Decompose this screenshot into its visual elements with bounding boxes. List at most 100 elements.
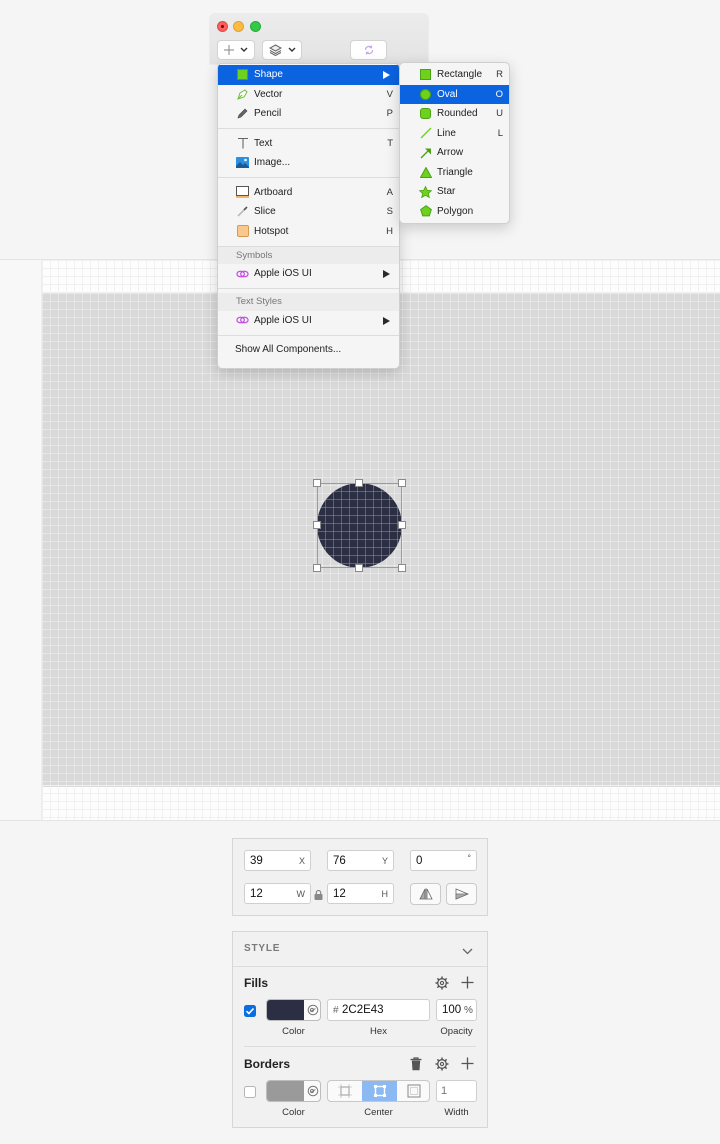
border-color-well[interactable] bbox=[266, 1080, 321, 1102]
menu-item-label: Star bbox=[437, 186, 456, 198]
section-divider bbox=[244, 1046, 476, 1047]
fills-title: Fills bbox=[244, 976, 269, 990]
submenu-item-rounded[interactable]: Rounded U bbox=[400, 104, 509, 124]
opacity-field[interactable]: 100 % bbox=[436, 999, 477, 1021]
width-value: 12 bbox=[250, 888, 263, 900]
submenu-item-oval[interactable]: Oval O bbox=[400, 84, 509, 104]
menu-item-label: Vector bbox=[254, 88, 283, 100]
width-field[interactable]: 12 W bbox=[244, 883, 311, 904]
menu-item-label: Oval bbox=[437, 88, 458, 100]
borders-settings-gear-icon[interactable] bbox=[435, 1057, 449, 1074]
x-label: X bbox=[298, 856, 305, 866]
flip-vertical-button[interactable] bbox=[446, 883, 477, 905]
menu-item-pencil[interactable]: Pencil P bbox=[218, 104, 399, 124]
close-window-button[interactable] bbox=[217, 21, 228, 32]
border-color-swatch[interactable] bbox=[267, 1081, 304, 1101]
style-panel: STYLE Fills # 2C2E43 100 % Color Hex Opa… bbox=[232, 931, 488, 1128]
menu-separator bbox=[218, 284, 399, 293]
fill-color-swatch[interactable] bbox=[267, 1000, 304, 1020]
zoom-window-button[interactable] bbox=[250, 21, 261, 32]
menu-item-label: Image... bbox=[254, 157, 291, 169]
resize-handle-top[interactable] bbox=[355, 479, 363, 487]
hex-value: 2C2E43 bbox=[342, 1004, 384, 1016]
fill-enabled-checkbox[interactable] bbox=[244, 1005, 256, 1017]
y-position-field[interactable]: 76 Y bbox=[327, 850, 394, 871]
resize-handle-top-right[interactable] bbox=[398, 479, 406, 487]
menu-item-label: Line bbox=[437, 127, 456, 139]
arrow-icon bbox=[419, 146, 432, 159]
height-field[interactable]: 12 H bbox=[327, 883, 394, 904]
sync-button[interactable] bbox=[350, 40, 387, 60]
layers-button[interactable] bbox=[262, 40, 302, 60]
lock-icon[interactable] bbox=[314, 889, 323, 903]
image-icon bbox=[236, 156, 249, 169]
menu-item-label: Slice bbox=[254, 206, 276, 218]
oval-shape[interactable] bbox=[313, 479, 406, 572]
x-position-field[interactable]: 39 X bbox=[244, 850, 311, 871]
shortcut-key: O bbox=[495, 88, 503, 100]
menu-item-text-styles-library[interactable]: Apple iOS UI bbox=[218, 311, 399, 331]
vector-pen-icon bbox=[236, 88, 249, 101]
collapse-chevron-icon[interactable] bbox=[462, 944, 473, 958]
border-position-caption: Center bbox=[364, 1107, 393, 1118]
resize-handle-bottom-right[interactable] bbox=[398, 564, 406, 572]
menu-item-shape[interactable]: Shape bbox=[218, 65, 399, 85]
resize-handle-right[interactable] bbox=[398, 521, 406, 529]
menu-item-label: Shape bbox=[254, 69, 283, 81]
menu-item-label: Hotspot bbox=[254, 225, 289, 237]
submenu-item-rectangle[interactable]: Rectangle R bbox=[400, 65, 509, 85]
submenu-item-line[interactable]: Line L bbox=[400, 124, 509, 144]
submenu-item-star[interactable]: Star bbox=[400, 182, 509, 202]
border-center-button[interactable] bbox=[362, 1081, 397, 1101]
submenu-item-triangle[interactable]: Triangle bbox=[400, 163, 509, 183]
add-fill-plus-icon[interactable] bbox=[461, 976, 474, 992]
add-border-plus-icon[interactable] bbox=[461, 1057, 474, 1073]
shortcut-key: P bbox=[386, 108, 393, 120]
border-width-caption: Width bbox=[444, 1107, 469, 1118]
menu-item-show-all-components[interactable]: Show All Components... bbox=[218, 340, 399, 360]
menu-item-artboard[interactable]: Artboard A bbox=[218, 183, 399, 203]
border-width-field[interactable] bbox=[436, 1080, 477, 1102]
x-value: 39 bbox=[250, 855, 263, 867]
window-toolbar bbox=[210, 14, 428, 64]
menu-item-symbols-library[interactable]: Apple iOS UI bbox=[218, 264, 399, 284]
menu-item-slice[interactable]: Slice S bbox=[218, 202, 399, 222]
opacity-value: 100 bbox=[442, 1004, 462, 1016]
insert-button[interactable] bbox=[217, 40, 255, 60]
border-enabled-checkbox[interactable] bbox=[244, 1086, 256, 1098]
resize-handle-bottom-left[interactable] bbox=[313, 564, 321, 572]
text-cursor-icon bbox=[236, 137, 249, 150]
resize-handle-left[interactable] bbox=[313, 521, 321, 529]
borders-title: Borders bbox=[244, 1057, 291, 1071]
minimize-window-button[interactable] bbox=[233, 21, 244, 32]
delete-border-trash-icon[interactable] bbox=[410, 1057, 422, 1074]
border-outside-button[interactable] bbox=[397, 1081, 429, 1101]
resize-handle-top-left[interactable] bbox=[313, 479, 321, 487]
color-variable-link-icon[interactable] bbox=[307, 1004, 319, 1019]
fill-color-well[interactable] bbox=[266, 999, 321, 1021]
rotation-field[interactable]: 0 ° bbox=[410, 850, 477, 871]
menu-item-label: Polygon bbox=[437, 205, 474, 217]
hex-color-field[interactable]: # 2C2E43 bbox=[327, 999, 430, 1021]
resize-handle-bottom[interactable] bbox=[355, 564, 363, 572]
submenu-item-arrow[interactable]: Arrow bbox=[400, 143, 509, 163]
menu-separator bbox=[218, 241, 399, 247]
border-inside-button[interactable] bbox=[328, 1081, 362, 1101]
canvas-grid bbox=[42, 785, 720, 820]
shortcut-key: L bbox=[497, 127, 503, 139]
fills-settings-gear-icon[interactable] bbox=[435, 976, 449, 993]
border-width-input[interactable] bbox=[441, 1084, 473, 1098]
submenu-item-polygon[interactable]: Polygon bbox=[400, 202, 509, 222]
rotation-unit: ° bbox=[467, 853, 471, 863]
submenu-arrow-icon bbox=[383, 71, 390, 79]
menu-item-vector[interactable]: Vector V bbox=[218, 85, 399, 105]
width-label: W bbox=[296, 889, 306, 899]
menu-item-image[interactable]: Image... bbox=[218, 153, 399, 173]
shortcut-key: T bbox=[387, 137, 393, 149]
hex-prefix: # bbox=[333, 1005, 339, 1016]
menu-item-text[interactable]: Text T bbox=[218, 134, 399, 154]
menu-item-hotspot[interactable]: Hotspot H bbox=[218, 222, 399, 242]
color-variable-link-icon[interactable] bbox=[307, 1085, 319, 1100]
flip-horizontal-button[interactable] bbox=[410, 883, 441, 905]
shortcut-key: V bbox=[386, 88, 393, 100]
